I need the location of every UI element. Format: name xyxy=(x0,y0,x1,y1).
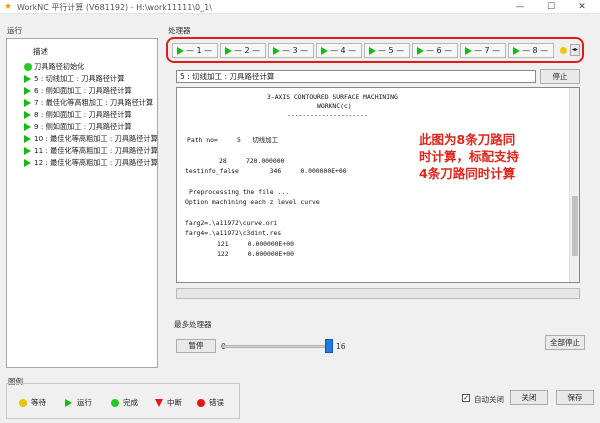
play-icon xyxy=(465,47,472,55)
tab-processor-3[interactable]: — 3 — xyxy=(268,43,314,58)
running-icon xyxy=(65,399,72,407)
play-icon xyxy=(369,47,376,55)
log-line: --------------------- xyxy=(287,111,368,119)
minimize-button[interactable]: — xyxy=(506,0,534,14)
log-line: farg4=.\a11972\c3dint.res xyxy=(185,229,282,237)
waiting-icon xyxy=(19,399,27,407)
log-line: Preprocessing the file ... xyxy=(189,188,290,196)
stop-all-button[interactable]: 全部停止 xyxy=(545,335,585,350)
tab-scroll-right-icon[interactable]: ◂▸ xyxy=(570,44,580,56)
tab-processor-4[interactable]: — 4 — xyxy=(316,43,362,58)
log-line: 3-AXIS CONTOURED SURFACE MACHINING xyxy=(267,93,398,101)
tree-item-job-7[interactable]: 7 : 最佳化等高粗加工 : 刀具路径计算 xyxy=(21,97,159,109)
completed-icon xyxy=(111,399,119,407)
progress-bar xyxy=(176,288,580,299)
tab-processor-7[interactable]: — 7 — xyxy=(460,43,506,58)
play-icon xyxy=(321,47,328,55)
close-button[interactable]: 关闭 xyxy=(510,390,548,405)
tab-processor-6[interactable]: — 6 — xyxy=(412,43,458,58)
log-line: 121 0.000000E+00 xyxy=(217,240,294,248)
running-icon xyxy=(24,123,31,131)
completed-icon xyxy=(24,63,32,71)
auto-close-label: 自动关闭 xyxy=(474,395,504,404)
play-icon xyxy=(417,47,424,55)
log-line: farg2=.\a11972\curve.ori xyxy=(185,219,278,227)
auto-close-checkbox[interactable]: ✓ xyxy=(462,394,470,402)
log-line: 122 0.000000E+00 xyxy=(217,250,294,258)
current-job-field[interactable]: 5 : 切线加工 : 刀具路径计算 xyxy=(176,70,536,83)
stop-button[interactable]: 停止 xyxy=(540,69,580,84)
play-icon xyxy=(513,47,520,55)
play-icon xyxy=(273,47,280,55)
save-button[interactable]: 保存 xyxy=(556,390,594,405)
tree-item-job-9[interactable]: 9 : 侧如面加工 : 刀具路径计算 xyxy=(21,121,159,133)
log-output[interactable]: 3-AXIS CONTOURED SURFACE MACHINING WORKN… xyxy=(176,87,580,283)
tree-item-job-10[interactable]: 10 : 最佳化等高粗加工 : 刀具路径计算 xyxy=(21,133,159,145)
log-scrollbar[interactable] xyxy=(569,88,579,282)
play-icon xyxy=(225,47,232,55)
processor-slider-thumb[interactable] xyxy=(325,339,333,353)
app-icon: ★ xyxy=(4,2,13,12)
tree-item-job-12[interactable]: 12 : 最佳化等高粗加工 : 刀具路径计算 xyxy=(21,157,159,169)
log-line: testinfo_false 346 0.000000E+00 xyxy=(185,167,347,175)
play-icon xyxy=(177,47,184,55)
tab-processor-5[interactable]: — 5 — xyxy=(364,43,410,58)
log-line: WORKNC(c) xyxy=(317,102,352,110)
running-icon xyxy=(24,87,31,95)
window-title: WorkNC 平行计算 (V681192) - H:\work11111\0_1… xyxy=(17,3,212,12)
tree-item-job-5[interactable]: 5 : 切线加工 : 刀具路径计算 xyxy=(21,73,159,85)
tab-processor-1[interactable]: — 1 — xyxy=(172,43,218,58)
running-icon xyxy=(24,159,31,167)
error-icon xyxy=(197,399,205,407)
processor-section-label: 处理器 xyxy=(168,26,191,35)
tree-item-job-6[interactable]: 6 : 侧如面加工 : 刀具路径计算 xyxy=(21,85,159,97)
slider-max-label: 16 xyxy=(336,342,346,351)
annotation-line-1: 此图为8条刀路同 xyxy=(419,132,516,147)
log-line: Path no= 5 切线加工 xyxy=(187,136,278,144)
running-icon xyxy=(24,99,31,107)
log-line: 28 720.000000 xyxy=(219,157,285,165)
tab-processor-8[interactable]: — 8 — xyxy=(508,43,554,58)
log-line: Option machining each z level curve xyxy=(185,198,320,206)
annotation-line-2: 时计算，标配支持 xyxy=(419,149,520,164)
tree-item-init[interactable]: 刀具路径初始化 xyxy=(21,61,159,73)
log-scrollbar-thumb[interactable] xyxy=(572,196,578,256)
max-processors-label: 最多处理器 xyxy=(174,320,212,329)
interrupted-icon xyxy=(155,399,163,407)
annotation-line-3: 4条刀路同时计算 xyxy=(419,166,516,181)
tree-item-job-8[interactable]: 8 : 侧如面加工 : 刀具路径计算 xyxy=(21,109,159,121)
waiting-dot-icon xyxy=(560,47,567,54)
processor-slider-track[interactable] xyxy=(222,345,332,348)
running-icon xyxy=(24,147,31,155)
tree-header-description: 描述 xyxy=(33,47,48,56)
close-window-button[interactable]: ✕ xyxy=(568,0,596,14)
tree-item-job-11[interactable]: 11 : 最佳化等高粗加工 : 刀具路径计算 xyxy=(21,145,159,157)
tree-header: 描述 xyxy=(7,45,157,57)
run-section-label: 运行 xyxy=(7,26,22,35)
legend: 等待 运行 完成 中断 错误 xyxy=(6,383,240,419)
running-icon xyxy=(24,135,31,143)
pause-button[interactable]: 暂停 xyxy=(176,339,216,353)
running-icon xyxy=(24,111,31,119)
maximize-button[interactable]: ☐ xyxy=(537,0,565,14)
running-icon xyxy=(24,75,31,83)
run-tree[interactable]: 描述 刀具路径初始化 5 : 切线加工 : 刀具路径计算 6 : 侧如面加工 :… xyxy=(6,38,158,368)
tab-processor-2[interactable]: — 2 — xyxy=(220,43,266,58)
processor-tabs: — 1 — — 2 — — 3 — — 4 — — 5 — — 6 — — 7 … xyxy=(166,37,584,63)
